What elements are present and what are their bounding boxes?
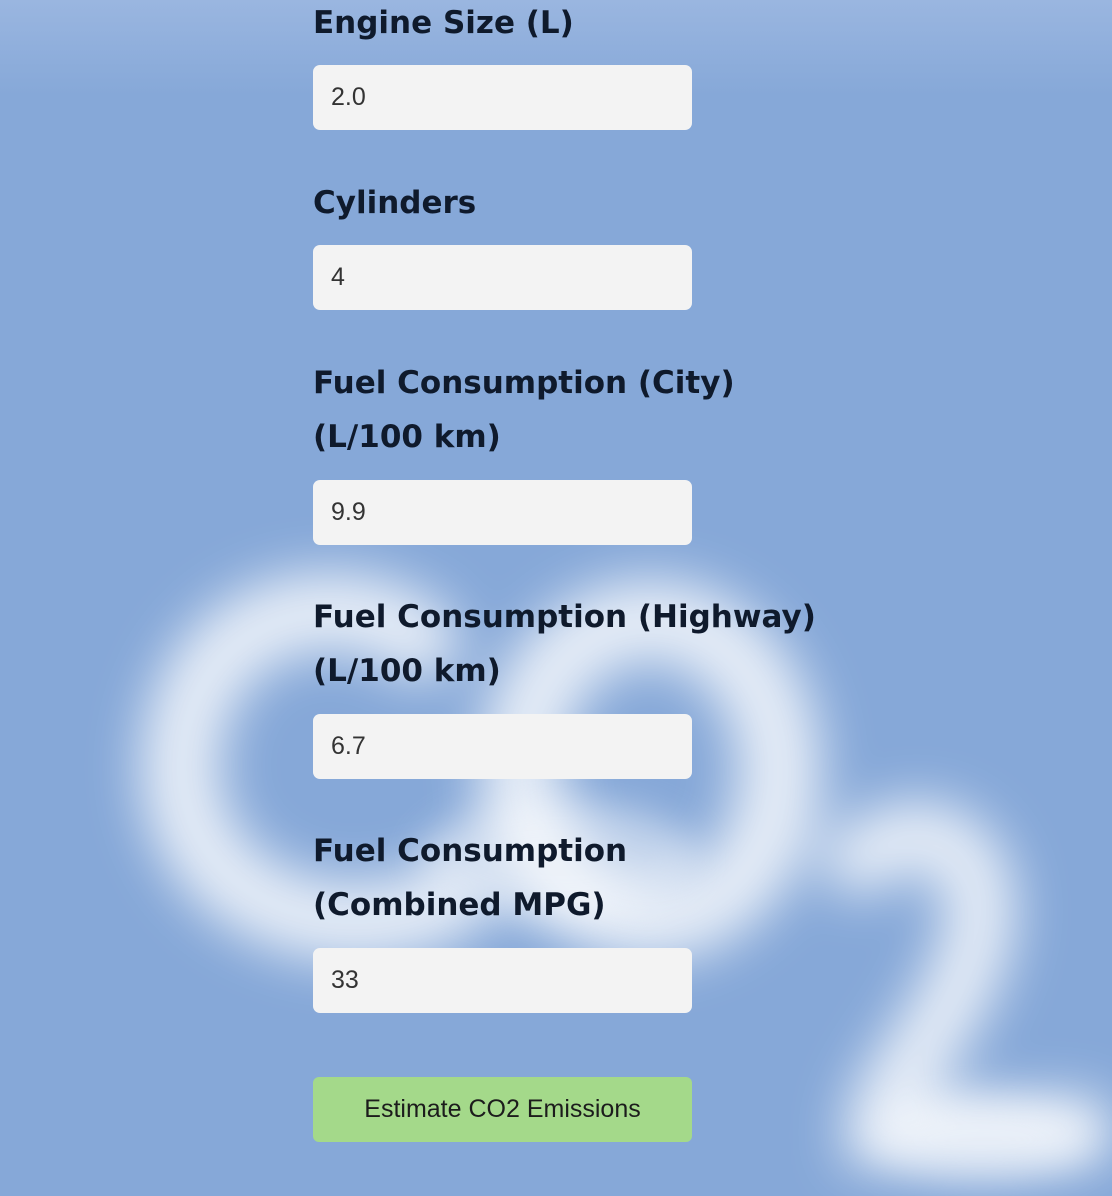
fuel-combined-label-line2: (Combined MPG) [313,887,606,923]
fuel-city-label-line2: (L/100 km) [313,419,501,455]
fuel-highway-label-line2: (L/100 km) [313,653,501,689]
fuel-city-label-line1: Fuel Consumption (City) [313,365,735,401]
cylinders-input[interactable] [313,245,692,310]
fuel-combined-input[interactable] [313,948,692,1013]
engine-size-input[interactable] [313,65,692,130]
fuel-highway-label-line1: Fuel Consumption (Highway) [313,599,816,635]
fuel-city-label: Fuel Consumption (City) (L/100 km) [313,356,735,464]
fuel-combined-label-line1: Fuel Consumption [313,833,628,869]
fuel-highway-input[interactable] [313,714,692,779]
fuel-city-input[interactable] [313,480,692,545]
estimate-co2-button[interactable]: Estimate CO2 Emissions [313,1077,692,1142]
fuel-highway-label: Fuel Consumption (Highway) (L/100 km) [313,590,816,698]
engine-size-label: Engine Size (L) [313,5,574,41]
cylinders-label: Cylinders [313,185,477,221]
fuel-combined-label: Fuel Consumption (Combined MPG) [313,824,627,932]
